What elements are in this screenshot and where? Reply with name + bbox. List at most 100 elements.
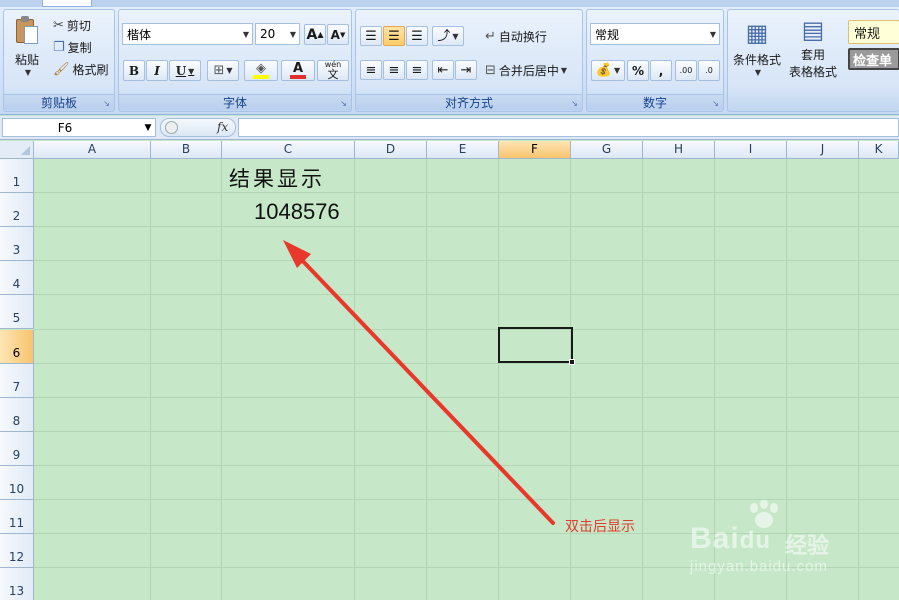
row-header-13[interactable]: 13: [0, 568, 34, 600]
decrease-decimal-button[interactable]: .0: [698, 60, 720, 81]
fill-handle[interactable]: [569, 359, 575, 365]
merge-cells-icon: ⊟: [485, 62, 496, 78]
paste-button[interactable]: 粘贴 ▼: [8, 14, 46, 78]
chevron-down-icon: ▼: [560, 65, 568, 75]
style-check-cell-button[interactable]: 检查单: [848, 48, 899, 70]
style-normal-button[interactable]: 常规: [848, 20, 899, 44]
align-middle-button[interactable]: ☰: [383, 26, 405, 46]
align-left-icon: ≡: [365, 62, 377, 78]
watermark-url: jingyan.baidu.com: [690, 558, 828, 575]
bold-button[interactable]: B: [123, 60, 145, 81]
increase-decimal-label: .00: [679, 66, 693, 75]
active-cell-f6[interactable]: [498, 327, 573, 363]
border-button[interactable]: ⊞ ▼: [207, 60, 239, 81]
caret-down-icon: ▼: [339, 30, 346, 39]
decrease-indent-button[interactable]: ⇤: [432, 60, 454, 80]
name-box[interactable]: F6 ▼: [2, 118, 156, 137]
underline-button[interactable]: U ▼: [169, 60, 201, 81]
wrap-text-button[interactable]: ↵ 自动换行: [484, 26, 580, 46]
row-header-10[interactable]: 10: [0, 465, 34, 500]
align-left-button[interactable]: ≡: [360, 60, 382, 80]
gridline-horizontal: [34, 464, 899, 466]
column-header-e[interactable]: E: [427, 141, 499, 159]
align-center-button[interactable]: ≡: [383, 60, 405, 80]
orientation-button[interactable]: ⤴ ▼: [432, 26, 464, 46]
row-header-12[interactable]: 12: [0, 534, 34, 569]
chevron-down-icon: ▼: [754, 68, 762, 77]
column-header-a[interactable]: A: [34, 141, 151, 159]
tab-home[interactable]: [42, 0, 92, 7]
format-painter-button[interactable]: 🖌 格式刷: [52, 59, 114, 79]
table-format-label-top: 套用: [800, 48, 825, 62]
row-header-5[interactable]: 5: [0, 295, 34, 330]
row-header-3[interactable]: 3: [0, 227, 34, 262]
align-right-button[interactable]: ≡: [406, 60, 428, 80]
row-header-8[interactable]: 8: [0, 397, 34, 432]
row-header-7[interactable]: 7: [0, 363, 34, 398]
chevron-down-icon: ▼: [242, 29, 250, 39]
font-group: 楷体 ▼ 20 ▼ A ▲ A ▼ B I U ▼ ⊞ ▼ ◈ A wén 文 …: [118, 9, 352, 112]
row-header-4[interactable]: 4: [0, 261, 34, 296]
formula-resize-handle[interactable]: [165, 121, 178, 134]
dialog-launcher-icon[interactable]: ↘: [102, 99, 111, 108]
row-header-6[interactable]: 6: [0, 329, 34, 364]
fill-color-button[interactable]: ◈: [244, 60, 278, 81]
column-header-g[interactable]: G: [571, 141, 643, 159]
shrink-font-button[interactable]: A ▼: [327, 24, 349, 45]
insert-function-icon[interactable]: fx: [217, 120, 228, 134]
formula-input[interactable]: [238, 118, 899, 137]
grow-font-button[interactable]: A ▲: [304, 24, 326, 45]
font-name-select[interactable]: 楷体 ▼: [122, 23, 253, 45]
annotation-text: 双击后显示: [565, 519, 635, 535]
font-color-button[interactable]: A: [281, 60, 315, 81]
row-header-9[interactable]: 9: [0, 431, 34, 466]
merge-center-label: 合并后居中: [498, 63, 559, 78]
number-format-select[interactable]: 常规 ▼: [590, 23, 720, 45]
conditional-format-button[interactable]: ▦ 条件格式 ▼: [730, 14, 784, 84]
decrease-decimal-label: .0: [705, 66, 713, 75]
paste-label: 粘贴: [14, 52, 39, 67]
chevron-down-icon[interactable]: ▼: [141, 123, 155, 133]
copy-button[interactable]: ❐ 复制: [52, 37, 112, 57]
align-bottom-button[interactable]: ☰: [406, 26, 428, 46]
dialog-launcher-icon[interactable]: ↘: [570, 99, 579, 108]
italic-button[interactable]: I: [146, 60, 168, 81]
column-header-k[interactable]: K: [859, 141, 899, 159]
phonetic-button[interactable]: wén 文: [317, 60, 349, 81]
underline-label: U: [175, 63, 187, 78]
increase-decimal-button[interactable]: .00: [675, 60, 697, 81]
column-header-h[interactable]: H: [643, 141, 715, 159]
select-all-button[interactable]: [0, 141, 34, 159]
column-header-j[interactable]: J: [787, 141, 859, 159]
row-header-1[interactable]: 1: [0, 159, 34, 194]
cell-c2[interactable]: 1048576: [254, 199, 340, 225]
increase-indent-button[interactable]: ⇥: [455, 60, 477, 80]
table-format-button[interactable]: ▤ 套用 表格格式: [784, 14, 842, 84]
cell-c1[interactable]: 结果显示: [229, 163, 325, 193]
merge-center-button[interactable]: ⊟ 合并后居中 ▼: [484, 60, 580, 80]
percent-button[interactable]: %: [627, 60, 649, 81]
watermark-brand: Baidu: [690, 522, 772, 555]
row-header-11[interactable]: 11: [0, 500, 34, 535]
row-header-2[interactable]: 2: [0, 193, 34, 228]
column-header-c[interactable]: C: [222, 141, 355, 159]
font-size-select[interactable]: 20 ▼: [255, 23, 300, 45]
column-header-b[interactable]: B: [151, 141, 222, 159]
gridline-horizontal: [34, 396, 899, 398]
increase-indent-icon: ⇥: [460, 62, 472, 78]
alignment-group-label: 对齐方式: [356, 94, 582, 110]
chevron-down-icon: ▼: [614, 66, 621, 75]
column-header-i[interactable]: I: [715, 141, 787, 159]
brush-icon: 🖌: [53, 61, 70, 77]
number-group: 常规 ▼ 💰 ▼ % , .00 .0 数字 ↘: [586, 9, 724, 112]
column-header-d[interactable]: D: [355, 141, 427, 159]
dialog-launcher-icon[interactable]: ↘: [711, 99, 720, 108]
gridline-horizontal: [34, 430, 899, 432]
align-top-button[interactable]: ☰: [360, 26, 382, 46]
comma-button[interactable]: ,: [650, 60, 672, 81]
accounting-format-button[interactable]: 💰 ▼: [591, 60, 625, 81]
dialog-launcher-icon[interactable]: ↘: [339, 99, 348, 108]
gridline-horizontal: [34, 260, 899, 262]
cut-button[interactable]: ✂ 剪切: [52, 15, 112, 35]
column-header-f[interactable]: F: [499, 141, 571, 159]
